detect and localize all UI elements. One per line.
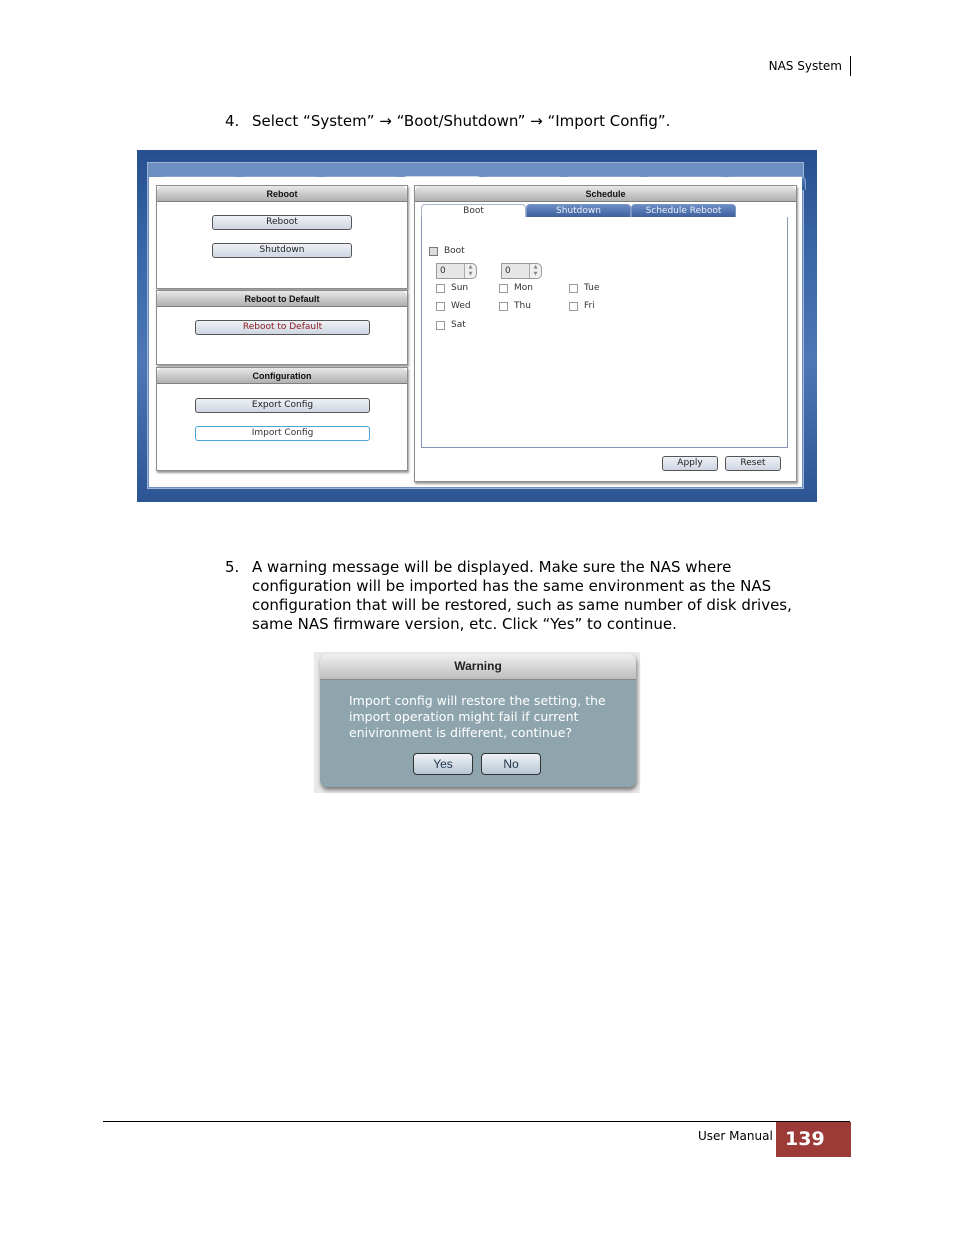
shutdown-button[interactable]: Shutdown: [212, 243, 352, 258]
export-config-button[interactable]: Export Config: [195, 398, 370, 413]
warning-dialog-screenshot: Sun Wed Sat Warning Import config will r…: [314, 652, 640, 793]
step-text: Select “System” → “Boot/Shutdown” → “Imp…: [252, 112, 671, 130]
schedule-tab-boot[interactable]: Boot: [421, 204, 526, 218]
page-number: 139: [776, 1122, 851, 1157]
page-header: NAS System: [769, 56, 851, 76]
header-divider: [850, 56, 851, 76]
day-label: Wed: [451, 301, 471, 311]
day-mon[interactable]: Mon: [499, 283, 533, 293]
step-number: 5.: [225, 558, 240, 576]
checkbox[interactable]: [499, 283, 508, 293]
panel-title: Reboot to Default: [157, 291, 407, 307]
checkbox[interactable]: [569, 301, 578, 311]
day-tue[interactable]: Tue: [569, 283, 599, 293]
window-frame: Information Service Time/UPS Boot/Shutdo…: [147, 162, 806, 489]
checkbox[interactable]: [569, 283, 578, 293]
boot-label: Boot: [444, 246, 465, 256]
step-number: 4.: [225, 112, 240, 130]
hour-spinner[interactable]: 0 ▲ ▼: [436, 263, 477, 279]
day-label: Sat: [451, 320, 466, 330]
warning-dialog: Warning Import config will restore the s…: [320, 654, 636, 787]
boot-checkbox[interactable]: [429, 246, 438, 256]
schedule-panel: Schedule Boot Shutdown Schedule Reboot B…: [414, 185, 797, 482]
day-sat[interactable]: Sat: [436, 320, 466, 330]
dialog-message: Import config will restore the setting, …: [349, 693, 606, 740]
schedule-body: Boot 0 ▲ ▼ 0 ▲ ▼ Sun Mon Tue Wed Thu Fri…: [421, 217, 788, 448]
panel-title: Schedule: [415, 186, 796, 202]
reboot-button[interactable]: Reboot: [212, 215, 352, 230]
schedule-tab-schedule-reboot[interactable]: Schedule Reboot: [631, 204, 736, 218]
no-button[interactable]: No: [481, 753, 541, 775]
checkbox[interactable]: [436, 283, 445, 293]
day-label: Sun: [451, 283, 469, 293]
panel-title: Configuration: [157, 368, 407, 384]
day-fri[interactable]: Fri: [569, 301, 595, 311]
step-5: 5. A warning message will be displayed. …: [225, 558, 822, 634]
day-label: Tue: [584, 283, 600, 293]
day-sun[interactable]: Sun: [436, 283, 468, 293]
yes-button[interactable]: Yes: [413, 753, 473, 775]
checkbox[interactable]: [499, 301, 508, 311]
schedule-tabs: Boot Shutdown Schedule Reboot: [421, 204, 736, 218]
header-title: NAS System: [768, 59, 842, 73]
footer-divider: [103, 1121, 850, 1122]
panel-title: Reboot: [157, 186, 407, 202]
dialog-title: Warning: [320, 654, 636, 680]
boot-checkbox-row[interactable]: Boot: [429, 246, 465, 256]
checkbox[interactable]: [436, 301, 445, 311]
day-label: Thu: [514, 301, 531, 311]
minute-value: 0: [505, 266, 511, 276]
reboot-to-default-panel: Reboot to Default Reboot to Default: [156, 290, 408, 365]
hour-value: 0: [440, 266, 446, 276]
reboot-panel: Reboot Reboot Shutdown: [156, 185, 408, 289]
apply-button[interactable]: Apply: [662, 456, 718, 471]
day-label: Mon: [514, 283, 533, 293]
day-label: Fri: [584, 301, 595, 311]
spinner-arrows-icon[interactable]: ▲ ▼: [464, 264, 476, 278]
step-text: A warning message will be displayed. Mak…: [252, 558, 792, 633]
spinner-arrows-icon[interactable]: ▲ ▼: [529, 264, 541, 278]
tab-content: Reboot Reboot Shutdown Reboot to Default…: [149, 177, 802, 487]
reset-button[interactable]: Reset: [725, 456, 781, 471]
schedule-tab-shutdown[interactable]: Shutdown: [526, 204, 631, 218]
step-4: 4. Select “System” → “Boot/Shutdown” → “…: [225, 112, 822, 131]
boot-shutdown-screenshot: Information Service Time/UPS Boot/Shutdo…: [137, 150, 817, 502]
import-config-button[interactable]: Import Config: [195, 426, 370, 441]
configuration-panel: Configuration Export Config Import Confi…: [156, 367, 408, 471]
reboot-to-default-button[interactable]: Reboot to Default: [195, 320, 370, 335]
checkbox[interactable]: [436, 320, 445, 330]
day-thu[interactable]: Thu: [499, 301, 531, 311]
day-wed[interactable]: Wed: [436, 301, 471, 311]
footer-label: User Manual: [698, 1129, 773, 1143]
minute-spinner[interactable]: 0 ▲ ▼: [501, 263, 542, 279]
